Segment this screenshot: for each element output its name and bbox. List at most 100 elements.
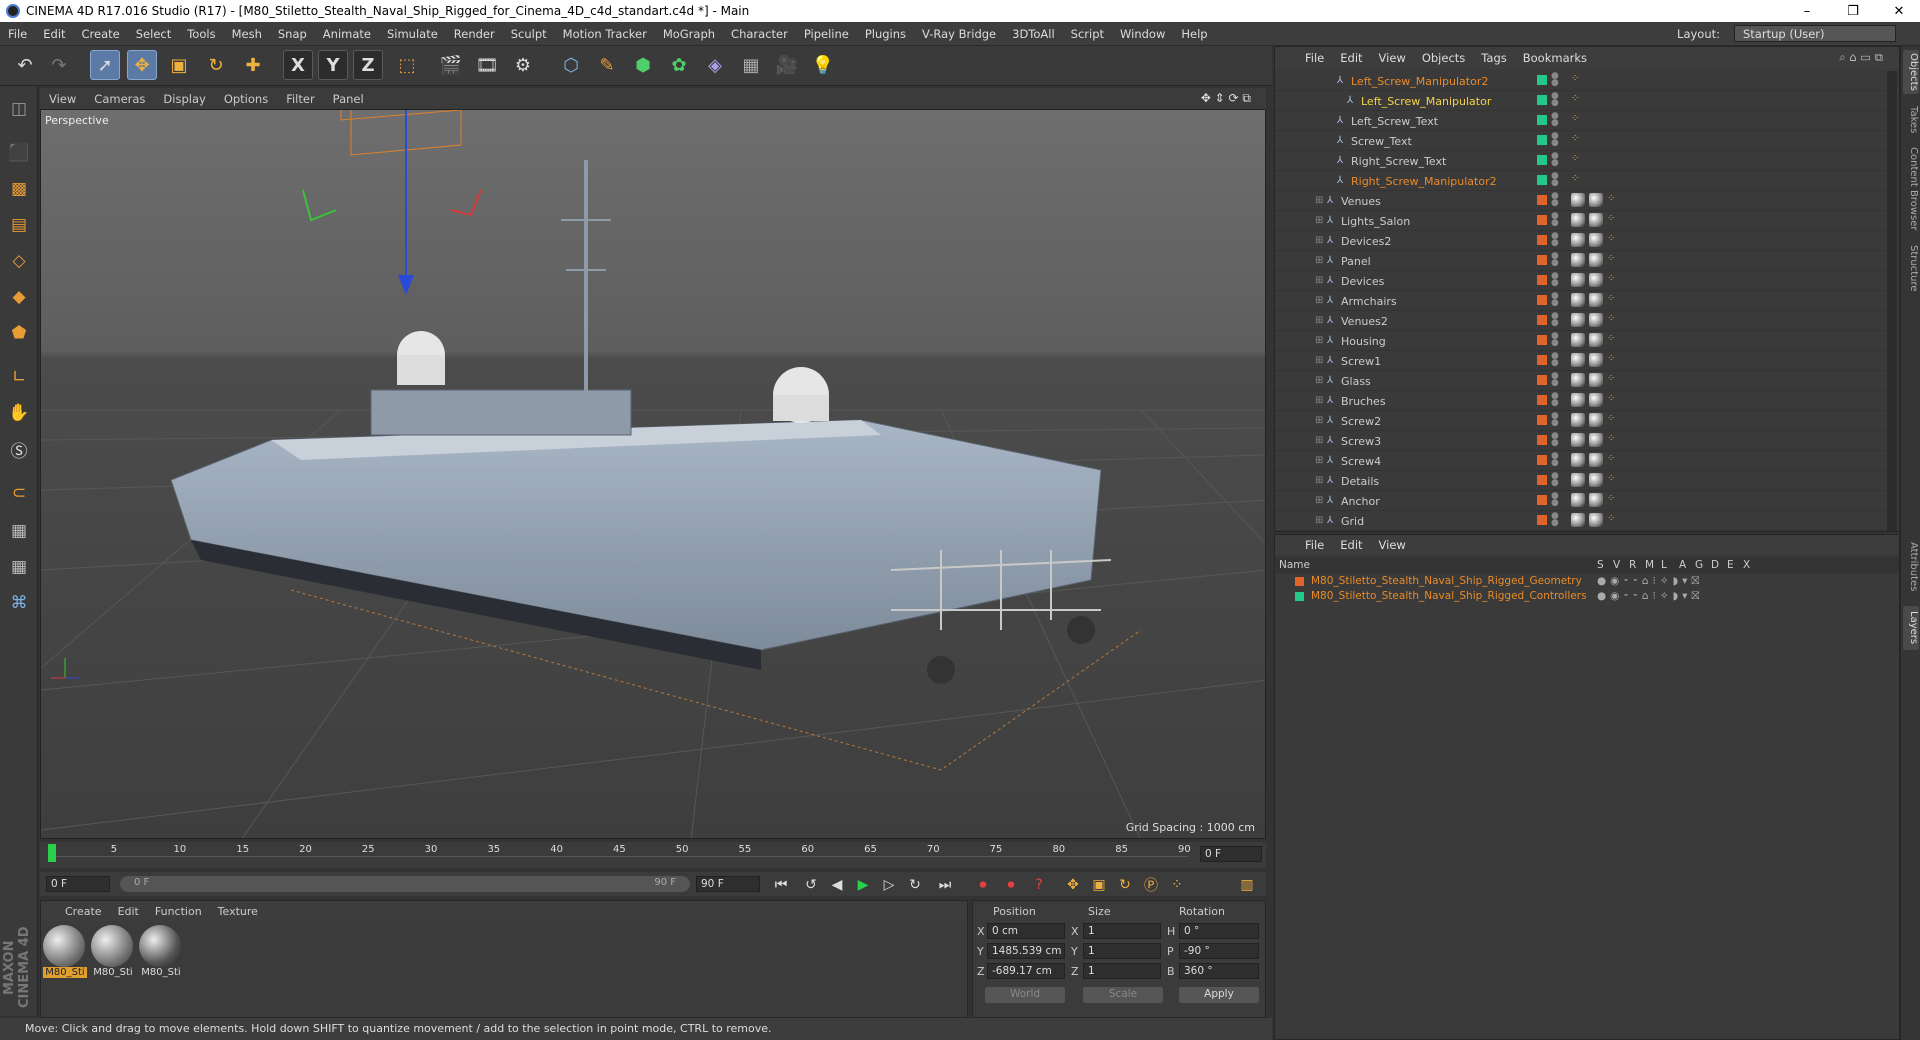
light-icon[interactable]: 💡 — [808, 50, 838, 80]
expand-toggle-icon[interactable]: ⊞ — [1315, 195, 1325, 207]
material-tag-icon[interactable] — [1571, 213, 1585, 227]
material-tag-icon[interactable] — [1571, 313, 1585, 327]
object-row[interactable]: ⊞ ⅄ Armchairs ● ● ⁘ — [1275, 291, 1885, 311]
material-tag-icon[interactable] — [1589, 353, 1603, 367]
next-key-icon[interactable]: ↻ — [904, 874, 926, 896]
material-tag-icon[interactable] — [1571, 253, 1585, 267]
viewport-menu-view[interactable]: View — [40, 92, 85, 106]
tab-takes[interactable]: Takes — [1903, 102, 1919, 138]
material-tag-icon[interactable] — [1589, 293, 1603, 307]
magnet-icon[interactable]: ⊂ — [4, 478, 34, 508]
menu-create[interactable]: Create — [74, 27, 128, 41]
layers-menu-file[interactable]: File — [1297, 538, 1332, 552]
layer-row[interactable]: M80_Stiletto_Stealth_Naval_Ship_Rigged_C… — [1275, 590, 1901, 604]
edges-mode-icon[interactable]: ◆ — [4, 282, 34, 312]
expression-tag-icon[interactable]: ⁘ — [1607, 193, 1621, 207]
layout-select[interactable]: Startup (User) — [1734, 25, 1896, 42]
objects-menu-edit[interactable]: Edit — [1332, 51, 1370, 65]
expression-tag-icon[interactable]: ⁘ — [1607, 373, 1621, 387]
expression-tag-icon[interactable]: ⁘ — [1571, 133, 1585, 147]
layer-color-swatch[interactable] — [1537, 315, 1547, 325]
expand-toggle-icon[interactable]: ⊞ — [1315, 475, 1325, 487]
pos-x-field[interactable]: 0 cm — [987, 923, 1065, 939]
material-tag-icon[interactable] — [1589, 253, 1603, 267]
expression-tag-icon[interactable]: ⁘ — [1607, 233, 1621, 247]
start-frame-field[interactable]: 0 F — [46, 876, 110, 892]
menu-window[interactable]: Window — [1112, 27, 1173, 41]
material-tag-icon[interactable] — [1589, 473, 1603, 487]
cube-icon[interactable]: ⬡ — [556, 50, 586, 80]
layer-color-swatch[interactable] — [1537, 115, 1547, 125]
visibility-dots-icon[interactable]: ● ● — [1551, 372, 1559, 388]
visibility-dots-icon[interactable]: ● ● — [1551, 72, 1559, 88]
material-tag-icon[interactable] — [1571, 373, 1585, 387]
object-row[interactable]: ⊞ ⅄ Bruches ● ● ⁘ — [1275, 391, 1885, 411]
visibility-dots-icon[interactable]: ● ● — [1551, 232, 1559, 248]
visibility-dots-icon[interactable]: ● ● — [1551, 492, 1559, 508]
menu-plugins[interactable]: Plugins — [857, 27, 914, 41]
minimize-button[interactable]: – — [1784, 0, 1830, 22]
material-tag-icon[interactable] — [1589, 233, 1603, 247]
layer-color-swatch[interactable] — [1537, 275, 1547, 285]
size-mode-select[interactable]: Scale — [1083, 987, 1163, 1003]
visibility-dots-icon[interactable]: ● ● — [1551, 352, 1559, 368]
material-tag-icon[interactable] — [1571, 453, 1585, 467]
material-tag-icon[interactable] — [1589, 273, 1603, 287]
object-row[interactable]: ⊞ ⅄ Anchor ● ● ⁘ — [1275, 491, 1885, 511]
expression-tag-icon[interactable]: ⁘ — [1607, 273, 1621, 287]
menu-file[interactable]: File — [0, 27, 35, 41]
expand-toggle-icon[interactable]: ⊞ — [1315, 515, 1325, 527]
expand-toggle-icon[interactable]: ⊞ — [1315, 215, 1325, 227]
object-row[interactable]: ⊞ ⅄ Screw2 ● ● ⁘ — [1275, 411, 1885, 431]
menu-animate[interactable]: Animate — [315, 27, 379, 41]
layer-color-swatch[interactable] — [1537, 195, 1547, 205]
expand-toggle-icon[interactable] — [1325, 115, 1335, 127]
menu-script[interactable]: Script — [1063, 27, 1112, 41]
make-editable-icon[interactable]: ◫ — [4, 94, 34, 124]
key-parameter-icon[interactable]: Ⓟ — [1140, 874, 1162, 896]
visibility-dots-icon[interactable]: ● ● — [1551, 112, 1559, 128]
expression-tag-icon[interactable]: ⁘ — [1571, 153, 1585, 167]
expression-tag-icon[interactable]: ⁘ — [1571, 173, 1585, 187]
x-axis-lock-button[interactable]: X — [283, 50, 313, 80]
workplane-lock-icon[interactable]: ▦ — [4, 516, 34, 546]
expression-tag-icon[interactable]: ⁘ — [1571, 73, 1585, 87]
grid-icon[interactable]: ▦ — [4, 552, 34, 582]
expression-tag-icon[interactable]: ⁘ — [1607, 493, 1621, 507]
visibility-dots-icon[interactable]: ● ● — [1551, 172, 1559, 188]
record-icon[interactable]: ⏺ — [972, 874, 994, 896]
visibility-dots-icon[interactable]: ● ● — [1551, 252, 1559, 268]
object-row[interactable]: ⊞ ⅄ Panel ● ● ⁘ — [1275, 251, 1885, 271]
layers-menu-view[interactable]: View — [1371, 538, 1414, 552]
material-menu-create[interactable]: Create — [57, 905, 110, 918]
material-tag-icon[interactable] — [1571, 473, 1585, 487]
expand-toggle-icon[interactable]: ⊞ — [1315, 495, 1325, 507]
menu-motion-tracker[interactable]: Motion Tracker — [555, 27, 655, 41]
material-tag-icon[interactable] — [1571, 493, 1585, 507]
undo-icon[interactable]: ↶ — [10, 50, 40, 80]
object-manager-search-icon[interactable]: ⌕ ⌂ ▭ ⧉ — [1831, 50, 1891, 65]
material-tag-icon[interactable] — [1589, 193, 1603, 207]
expand-toggle-icon[interactable] — [1325, 135, 1335, 147]
objects-menu-file[interactable]: File — [1297, 51, 1332, 65]
expression-tag-icon[interactable]: ⁘ — [1607, 453, 1621, 467]
current-frame-field[interactable]: 0 F — [1200, 846, 1262, 862]
expand-toggle-icon[interactable] — [1325, 155, 1335, 167]
playhead[interactable] — [48, 844, 56, 862]
object-row[interactable]: ⊞ ⅄ Glass ● ● ⁘ — [1275, 371, 1885, 391]
expression-tag-icon[interactable]: ⁘ — [1607, 353, 1621, 367]
menu-help[interactable]: Help — [1173, 27, 1215, 41]
pos-z-field[interactable]: -689.17 cm — [987, 963, 1065, 979]
menu-vray-bridge[interactable]: V-Ray Bridge — [914, 27, 1004, 41]
visibility-dots-icon[interactable]: ● ● — [1551, 292, 1559, 308]
layer-color-swatch[interactable] — [1537, 95, 1547, 105]
render-picture-viewer-icon[interactable]: 🎞 — [472, 50, 502, 80]
key-scale-icon[interactable]: ▣ — [1088, 874, 1110, 896]
timeline-layout-icon[interactable]: ▥ — [1236, 874, 1258, 896]
tab-layers[interactable]: Layers — [1903, 606, 1919, 650]
perspective-viewport[interactable]: Perspective Grid Spacing : 1000 cm — [40, 109, 1266, 839]
rot-h-field[interactable]: 0 ° — [1179, 923, 1259, 939]
key-position-icon[interactable]: ✥ — [1062, 874, 1084, 896]
go-to-start-icon[interactable]: ⏮ — [770, 874, 792, 896]
material-menu-function[interactable]: Function — [147, 905, 210, 918]
